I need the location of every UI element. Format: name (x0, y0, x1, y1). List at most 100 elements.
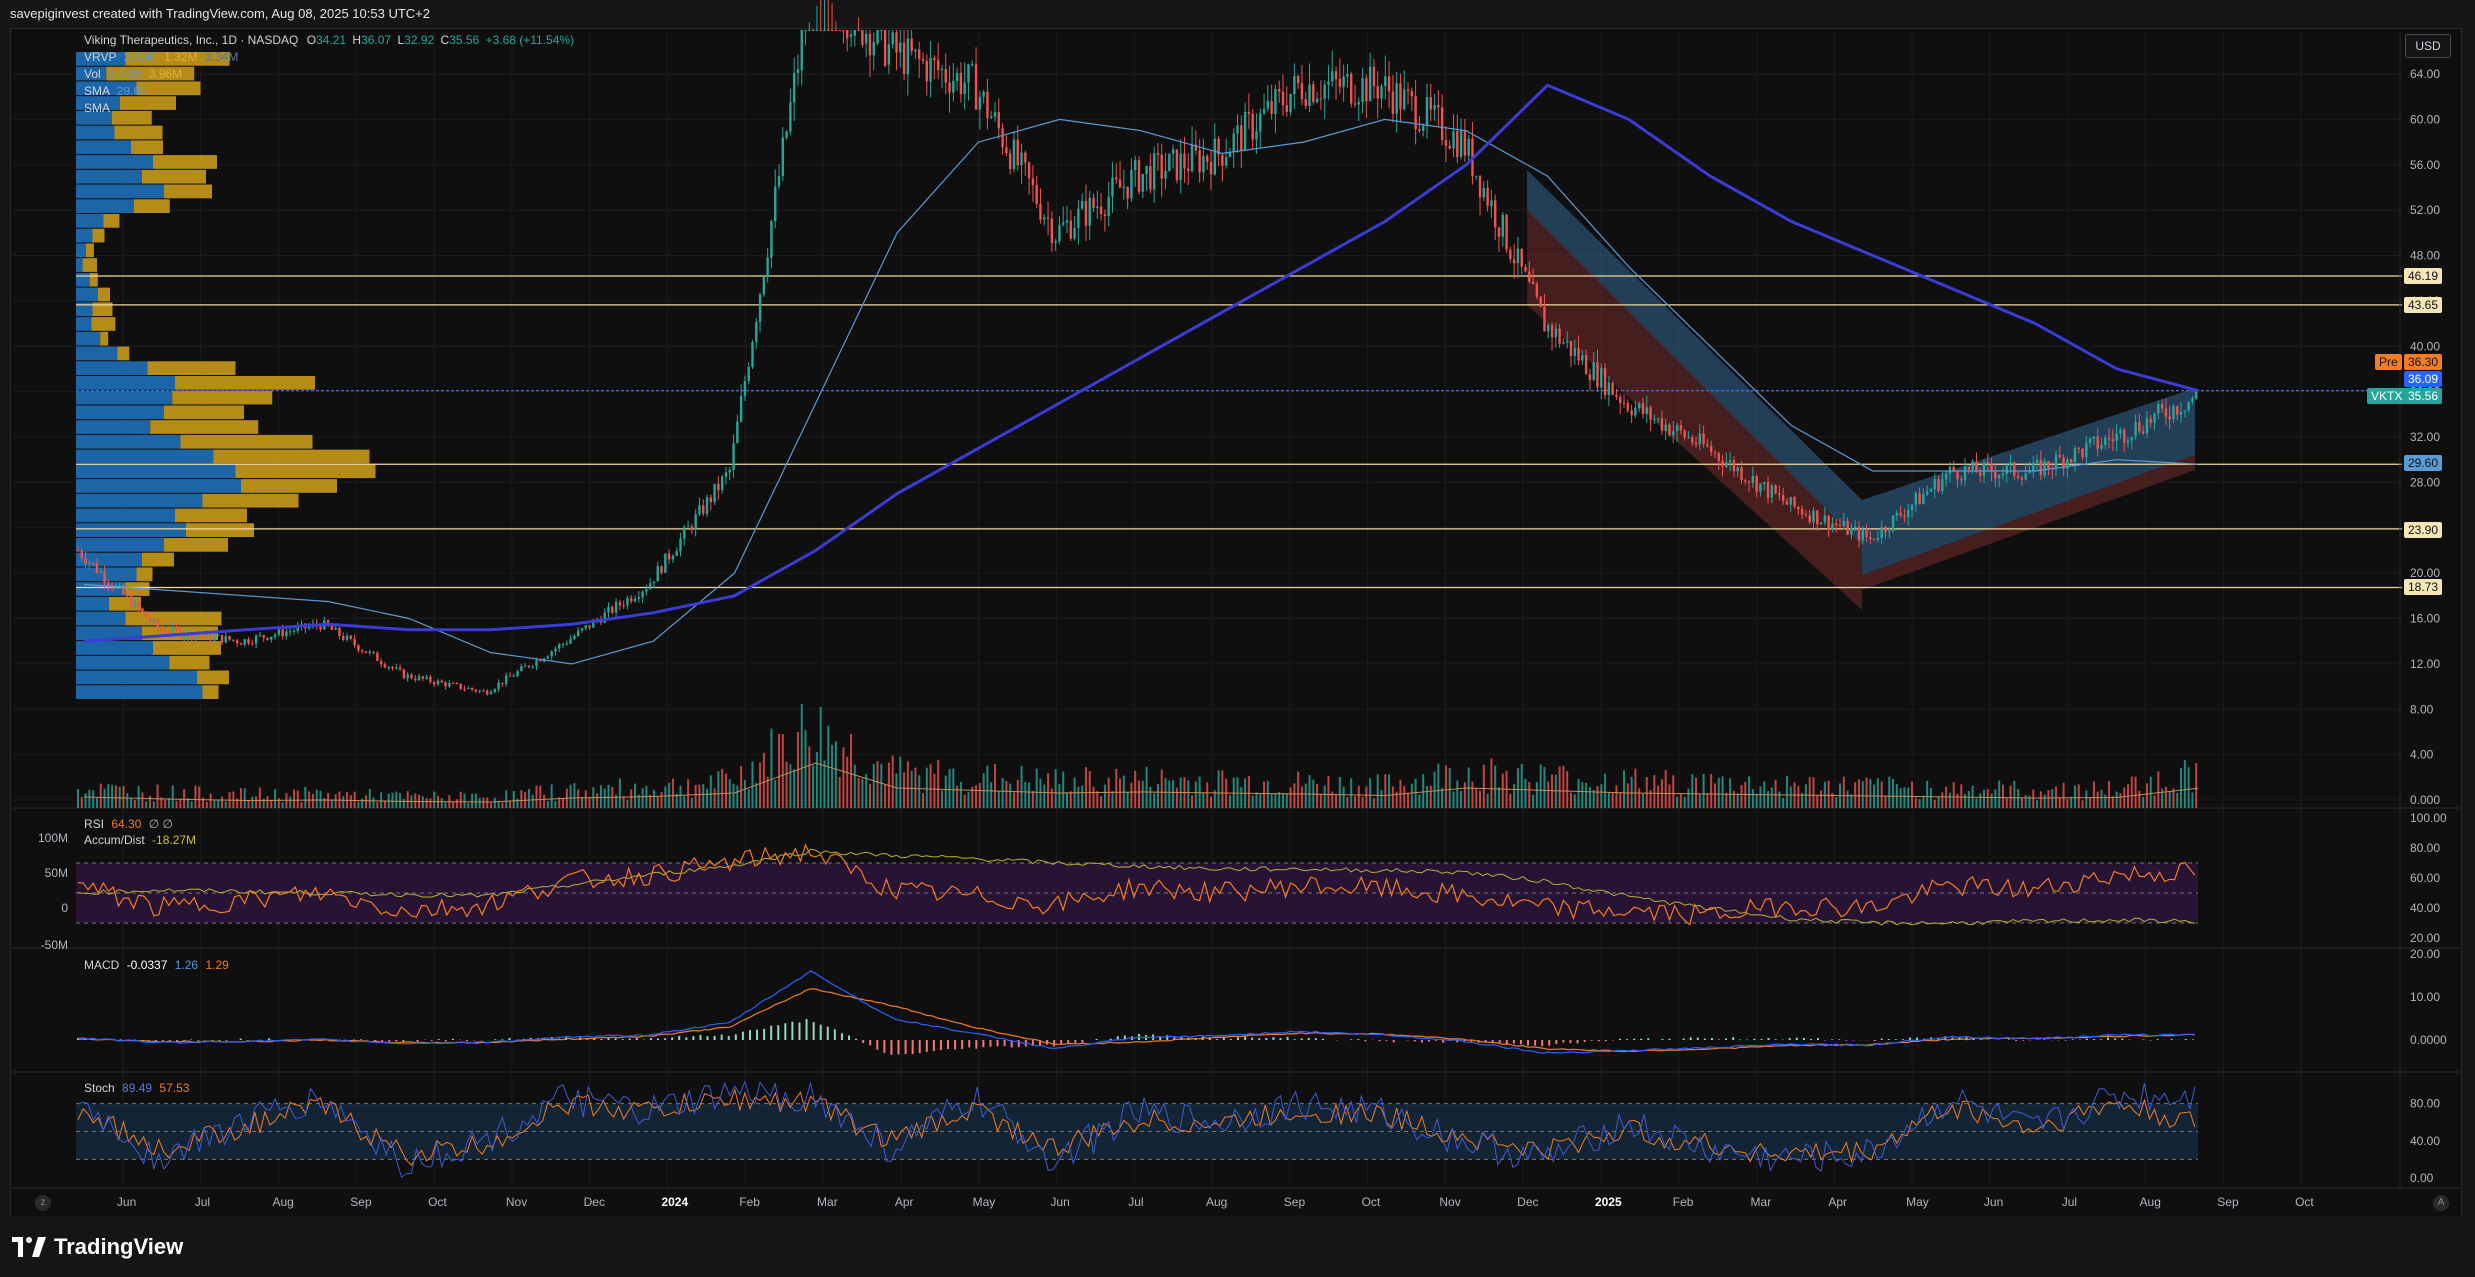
candle-body (959, 72, 963, 94)
vrvp-bar (114, 125, 163, 140)
volume-bar (107, 784, 110, 808)
vrvp-legend[interactable]: VRVP 2.02M 1.32M 3.34M (84, 50, 238, 64)
volume-bar (372, 797, 375, 808)
candle-body (645, 589, 648, 592)
volume-bar (281, 802, 284, 808)
vrvp-bar (85, 243, 94, 258)
candle-body (1187, 168, 1190, 171)
macd-histogram-bar (1385, 1040, 1388, 1041)
candle-body (777, 176, 781, 187)
volume-bar (1926, 780, 1929, 808)
volume-bar (952, 768, 955, 808)
candle-body (1683, 430, 1686, 438)
volume-bar (1497, 787, 1500, 808)
chart-canvas[interactable]: 64.0060.0056.0052.0048.0044.0040.0036.00… (0, 0, 2475, 1277)
macd-histogram-bar (1321, 1038, 1324, 1040)
currency-button[interactable]: USD (2405, 34, 2451, 58)
candle-body (2160, 404, 2164, 409)
candle-body (1308, 84, 1311, 106)
auto-scale-icon[interactable]: A (2433, 1195, 2449, 1211)
macd-histogram-bar (600, 1038, 603, 1040)
volume-bar (1725, 792, 1728, 808)
vrvp-bar (76, 214, 104, 228)
volume-bar (785, 761, 788, 808)
sma-fast-legend[interactable]: SMA 29.60 (84, 84, 147, 98)
volume-bar (1986, 789, 1989, 808)
candle-body (1213, 138, 1216, 175)
stoch-legend[interactable]: Stoch 89.49 57.53 (84, 1081, 189, 1095)
candle-body (880, 30, 883, 31)
macd-histogram-bar (671, 1037, 674, 1040)
volume-bar (1422, 774, 1425, 808)
volume-bar (975, 785, 978, 808)
macd-histogram-bar (649, 1038, 652, 1040)
macd-histogram-bar (508, 1037, 511, 1040)
candle-body (1096, 206, 1099, 208)
volume-bar (1058, 784, 1061, 808)
macd-histogram-bar (1590, 1040, 1593, 1041)
volume-bar (126, 793, 129, 808)
volume-bar (1285, 793, 1288, 808)
volume-bar (1698, 793, 1701, 808)
candle-body (872, 42, 875, 56)
macd-histogram-bar (1689, 1037, 1692, 1040)
macd-histogram-bar (2085, 1038, 2088, 1040)
volume-bar (1713, 783, 1716, 808)
macd-histogram-bar (2114, 1038, 2117, 1040)
volume-bar (607, 784, 610, 808)
macd-histogram-bar (1795, 1037, 1798, 1040)
macd-histogram-bar (954, 1040, 957, 1050)
volume-bar (2077, 784, 2080, 808)
go-to-date-icon[interactable]: z (35, 1195, 51, 1211)
candle-body (739, 396, 743, 422)
volume-bar (584, 790, 587, 808)
volume-bar (2123, 787, 2126, 808)
volume-bar (1653, 775, 1656, 808)
candle-body (1077, 208, 1080, 229)
candle-body (967, 64, 970, 83)
candle-body (607, 606, 610, 613)
volume-bar (842, 747, 845, 808)
volume-bar (1759, 786, 1762, 808)
candle-body (1440, 107, 1444, 141)
volume-bar (1543, 767, 1546, 808)
volume-bar (414, 793, 417, 808)
candle-body (1312, 84, 1315, 103)
volume-legend[interactable]: Vol 8.54M 3.96M (84, 67, 182, 81)
macd-legend[interactable]: MACD -0.0337 1.26 1.29 (84, 958, 229, 972)
volume-bar (1281, 792, 1284, 808)
volume-bar (80, 796, 83, 808)
volume-bar (334, 794, 337, 808)
candle-body (1403, 89, 1406, 110)
volume-bar (1153, 793, 1156, 808)
vrvp-bar (89, 272, 98, 287)
volume-bar (77, 789, 79, 808)
volume-bar (891, 755, 894, 808)
volume-bar (721, 768, 724, 808)
rsi-legend[interactable]: RSI 64.30 ∅ ∅ (84, 817, 173, 831)
macd-histogram-bar (1809, 1039, 1812, 1040)
volume-bar (1263, 781, 1266, 808)
volume-bar (111, 784, 114, 808)
candle-body (1459, 130, 1463, 158)
candle-body (1997, 475, 2001, 479)
volume-bar (1138, 780, 1140, 808)
candle-body (1903, 515, 1906, 518)
symbol-legend[interactable]: Viking Therapeutics, Inc., 1D · NASDAQ O… (84, 33, 574, 47)
vrvp-bar (120, 96, 176, 110)
candle-body (1444, 140, 1448, 146)
accum-dist-legend[interactable]: Accum/Dist -18.27M (84, 833, 196, 847)
candle-body (1804, 514, 1808, 516)
candle-body (1399, 83, 1402, 110)
candle-body (1554, 328, 1558, 338)
sma-slow-legend[interactable]: SMA (84, 101, 110, 115)
volume-bar (2055, 786, 2058, 808)
candle-body (239, 643, 243, 645)
price-axis-label: 60.00 (2410, 112, 2440, 126)
volume-bar (364, 795, 367, 808)
time-axis-label: Aug (1206, 1195, 1227, 1209)
time-axis-label: Jun (1984, 1195, 2003, 1209)
candle-body (232, 639, 235, 641)
volume-bar (1850, 794, 1853, 808)
candle-body (1421, 125, 1425, 131)
